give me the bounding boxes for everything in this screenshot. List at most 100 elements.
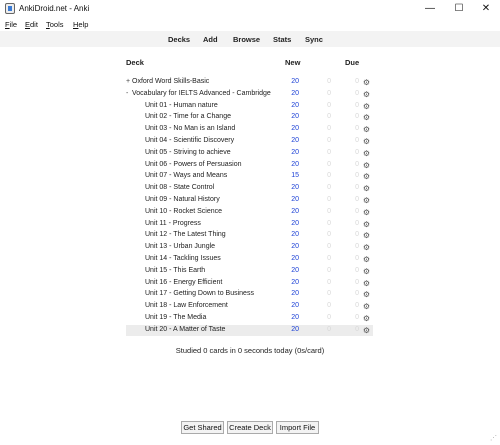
gear-icon[interactable]: ⚙: [362, 171, 371, 182]
deck-name-link[interactable]: Unit 20 - A Matter of Taste: [145, 326, 225, 333]
menu-tools[interactable]: Tools: [46, 20, 64, 29]
new-count: 20: [291, 266, 299, 274]
minimize-button[interactable]: —: [416, 0, 444, 17]
deck-name-link[interactable]: Unit 09 - Natural History: [145, 196, 220, 203]
deck-row[interactable]: Unit 08 - State Control 20 0 0 ⚙: [126, 183, 373, 194]
deck-name-link[interactable]: Unit 12 - The Latest Thing: [145, 231, 226, 238]
deck-row[interactable]: Unit 18 - Law Enforcement 20 0 0 ⚙: [126, 301, 373, 312]
maximize-button[interactable]: ☐: [445, 0, 473, 17]
gear-icon[interactable]: ⚙: [362, 195, 371, 206]
deck-row[interactable]: Unit 02 - Time for a Change 20 0 0 ⚙: [126, 112, 373, 123]
toolbar-add[interactable]: Add: [203, 35, 218, 44]
gear-icon[interactable]: ⚙: [362, 313, 371, 324]
deck-name-link[interactable]: Oxford Word Skills-Basic: [132, 78, 209, 85]
gear-icon[interactable]: ⚙: [362, 266, 371, 277]
learn-count: 0: [327, 160, 331, 168]
get-shared-button[interactable]: Get Shared: [181, 421, 224, 434]
menu-help[interactable]: Help: [73, 20, 88, 29]
due-column-header: Due: [345, 58, 360, 67]
deck-row[interactable]: - Vocabulary for IELTS Advanced - Cambrid…: [126, 89, 373, 100]
deck-row[interactable]: Unit 11 - Progress 20 0 0 ⚙: [126, 219, 373, 230]
close-button[interactable]: ✕: [472, 0, 500, 17]
deck-name-link[interactable]: Vocabulary for IELTS Advanced - Cambridg…: [132, 90, 271, 97]
deck-name-link[interactable]: Unit 06 - Powers of Persuasion: [145, 161, 242, 168]
deck-name-link[interactable]: Unit 14 - Tackling Issues: [145, 255, 221, 262]
due-count: 0: [355, 89, 359, 97]
deck-row[interactable]: Unit 16 - Energy Efficient 20 0 0 ⚙: [126, 278, 373, 289]
learn-count: 0: [327, 255, 331, 262]
learn-count: 0: [327, 113, 331, 121]
due-count: 0: [355, 266, 359, 274]
deck-row[interactable]: Unit 10 - Rocket Science 20 0 0 ⚙: [126, 207, 373, 218]
toolbar-sync[interactable]: Sync: [305, 35, 323, 44]
due-count: 0: [355, 125, 359, 133]
deck-row[interactable]: Unit 15 - This Earth 20 0 0 ⚙: [126, 266, 373, 277]
due-count: 0: [355, 101, 359, 109]
gear-icon[interactable]: ⚙: [362, 207, 371, 218]
deck-row[interactable]: Unit 14 - Tackling Issues 20 0 0 ⚙: [126, 254, 373, 265]
deck-name-link[interactable]: Unit 10 - Rocket Science: [145, 208, 222, 215]
deck-row[interactable]: Unit 01 - Human nature 20 0 0 ⚙: [126, 101, 373, 112]
toolbar-decks[interactable]: Decks: [168, 35, 190, 44]
deck-row[interactable]: Unit 12 - The Latest Thing 20 0 0 ⚙: [126, 230, 373, 241]
deck-row[interactable]: Unit 09 - Natural History 20 0 0 ⚙: [126, 195, 373, 206]
main-toolbar: Decks Add Browse Stats Sync: [0, 31, 500, 48]
expand-toggle[interactable]: +: [126, 78, 131, 85]
gear-icon[interactable]: ⚙: [362, 254, 371, 265]
deck-row[interactable]: Unit 04 - Scientific Discovery 20 0 0 ⚙: [126, 136, 373, 147]
gear-icon[interactable]: ⚙: [362, 242, 371, 253]
deck-row[interactable]: Unit 19 - The Media 20 0 0 ⚙: [126, 313, 373, 324]
deck-name-link[interactable]: Unit 19 - The Media: [145, 314, 206, 321]
deck-name-link[interactable]: Unit 08 - State Control: [145, 184, 214, 191]
gear-icon[interactable]: ⚙: [362, 183, 371, 194]
due-count: 0: [355, 325, 359, 333]
gear-icon[interactable]: ⚙: [362, 325, 371, 336]
collapse-toggle[interactable]: -: [126, 90, 131, 97]
deck-name-link[interactable]: Unit 18 - Law Enforcement: [145, 302, 228, 309]
gear-icon[interactable]: ⚙: [362, 124, 371, 135]
due-count: 0: [355, 231, 359, 239]
deck-row[interactable]: + Oxford Word Skills-Basic 20 0 0 ⚙: [126, 77, 373, 88]
import-file-button[interactable]: Import File: [276, 421, 319, 434]
learn-count: 0: [327, 172, 331, 180]
deck-name-link[interactable]: Unit 03 - No Man is an Island: [145, 125, 235, 132]
deck-row[interactable]: Unit 17 - Getting Down to Business 20 0 0 ⚙: [126, 289, 373, 300]
gear-icon[interactable]: ⚙: [362, 77, 371, 88]
deck-name-link[interactable]: Unit 13 - Urban Jungle: [145, 243, 215, 250]
deck-name-link[interactable]: Unit 04 - Scientific Discovery: [145, 137, 234, 144]
create-deck-button[interactable]: Create Deck: [227, 421, 273, 434]
gear-icon[interactable]: ⚙: [362, 301, 371, 312]
gear-icon[interactable]: ⚙: [362, 289, 371, 300]
deck-name-link[interactable]: Unit 01 - Human nature: [145, 102, 218, 109]
menu-file[interactable]: File: [5, 20, 17, 29]
deck-row[interactable]: Unit 20 - A Matter of Taste 20 0 0 ⚙: [126, 324, 373, 336]
deck-row[interactable]: Unit 13 - Urban Jungle 20 0 0 ⚙: [126, 242, 373, 253]
gear-icon[interactable]: ⚙: [362, 230, 371, 241]
deck-column-header: Deck: [126, 58, 144, 67]
deck-row[interactable]: Unit 03 - No Man is an Island 20 0 0 ⚙: [126, 124, 373, 135]
toolbar-browse[interactable]: Browse: [233, 35, 260, 44]
gear-icon[interactable]: ⚙: [362, 219, 371, 230]
deck-row[interactable]: Unit 05 - Striving to achieve 20 0 0 ⚙: [126, 148, 373, 159]
deck-name-link[interactable]: Unit 07 - Ways and Means: [145, 172, 227, 179]
gear-icon[interactable]: ⚙: [362, 148, 371, 159]
deck-name-link[interactable]: Unit 17 - Getting Down to Business: [145, 290, 254, 297]
gear-icon[interactable]: ⚙: [362, 89, 371, 100]
gear-icon[interactable]: ⚙: [362, 136, 371, 147]
gear-icon[interactable]: ⚙: [362, 160, 371, 171]
deck-name-link[interactable]: Unit 05 - Striving to achieve: [145, 149, 231, 156]
deck-row[interactable]: Unit 07 - Ways and Means 15 0 0 ⚙: [126, 171, 373, 182]
deck-name-link[interactable]: Unit 02 - Time for a Change: [145, 113, 231, 120]
gear-icon[interactable]: ⚙: [362, 112, 371, 123]
deck-name-link[interactable]: Unit 11 - Progress: [145, 220, 201, 227]
new-count: 20: [291, 219, 299, 227]
gear-icon[interactable]: ⚙: [362, 278, 371, 289]
toolbar-stats[interactable]: Stats: [273, 35, 291, 44]
deck-name-link[interactable]: Unit 16 - Energy Efficient: [145, 279, 222, 286]
resize-grip-icon[interactable]: ⋰: [490, 435, 498, 443]
gear-icon[interactable]: ⚙: [362, 101, 371, 112]
new-count: 20: [291, 278, 299, 286]
deck-row[interactable]: Unit 06 - Powers of Persuasion 20 0 0 ⚙: [126, 160, 373, 171]
deck-name-link[interactable]: Unit 15 - This Earth: [145, 267, 205, 274]
menu-edit[interactable]: Edit: [25, 20, 38, 29]
